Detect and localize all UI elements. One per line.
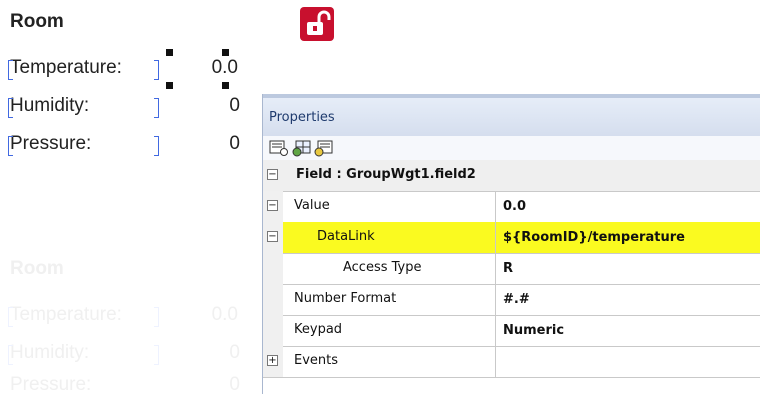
properties-title: Properties xyxy=(269,110,335,125)
property-name: Keypad xyxy=(294,322,343,337)
room-widget[interactable]: Room Temperature: 0.0 Humidity: 0 Pressu… xyxy=(8,11,250,161)
pressure-row[interactable]: Pressure: 0 xyxy=(8,133,250,161)
collapse-icon[interactable]: − xyxy=(267,200,278,211)
properties-panel: Properties − Field: GroupWgt1.field2 − … xyxy=(262,94,760,394)
property-row-number-format[interactable]: Number Format #.# xyxy=(263,284,760,316)
ghost-bracket-left xyxy=(8,345,13,365)
humidity-value[interactable]: 0 xyxy=(229,95,240,117)
temperature-label[interactable]: Temperature: xyxy=(10,57,122,79)
pressure-value[interactable]: 0 xyxy=(229,133,240,155)
column-divider xyxy=(495,253,496,284)
row-gutter xyxy=(263,284,283,315)
property-row-access-type[interactable]: Access Type R xyxy=(263,253,760,285)
temperature-value[interactable]: 0.0 xyxy=(212,57,238,79)
ghost-bracket-left xyxy=(8,307,13,327)
ghost-temperature-value: 0.0 xyxy=(211,304,238,325)
collapse-icon[interactable]: − xyxy=(267,231,278,242)
unlock-icon[interactable] xyxy=(300,7,334,41)
ghost-pressure-label: Pressure: xyxy=(10,374,92,394)
ghost-humidity-label: Humidity: xyxy=(10,342,90,363)
column-divider xyxy=(495,222,496,253)
row-gutter xyxy=(263,315,283,346)
property-name: DataLink xyxy=(317,229,375,244)
property-name: Events xyxy=(294,353,339,368)
resize-handle[interactable] xyxy=(222,49,229,56)
column-divider xyxy=(495,191,496,222)
row-gutter xyxy=(263,253,283,284)
resize-handle[interactable] xyxy=(166,82,173,89)
selection-bracket-left xyxy=(8,98,13,118)
ghost-room-title: Room xyxy=(10,258,64,279)
property-value[interactable]: ${RoomID}/temperature xyxy=(503,230,685,245)
selection-bracket-left xyxy=(8,60,13,80)
selection-bracket-right xyxy=(154,60,159,80)
ghost-temperature-label: Temperature: xyxy=(10,304,122,325)
resize-handle[interactable] xyxy=(222,82,229,89)
ghost-pressure-row: Pressure: 0 xyxy=(10,374,250,394)
column-divider xyxy=(495,284,496,315)
property-row-events[interactable]: + Events xyxy=(263,346,760,378)
selection-bracket-left xyxy=(8,136,13,156)
selection-bracket-right xyxy=(154,136,159,156)
property-row-datalink[interactable]: − DataLink ${RoomID}/temperature xyxy=(263,222,760,254)
property-row-keypad[interactable]: Keypad Numeric xyxy=(263,315,760,347)
humidity-row[interactable]: Humidity: 0 xyxy=(8,95,250,123)
property-name: Value xyxy=(294,198,330,213)
selection-bracket-right xyxy=(154,98,159,118)
property-pages-icon[interactable] xyxy=(313,139,333,157)
category-label: Field : GroupWgt1.field2 xyxy=(296,167,476,182)
ghost-humidity-value: 0 xyxy=(229,342,240,363)
ghost-room-widget: Room Temperature: 0.0 Humidity: 0 Pressu… xyxy=(8,258,250,394)
humidity-label[interactable]: Humidity: xyxy=(10,95,89,117)
column-divider xyxy=(495,346,496,377)
room-title: Room xyxy=(10,11,64,32)
properties-header: Properties xyxy=(263,94,760,136)
property-value[interactable]: #.# xyxy=(503,292,530,307)
ghost-bracket-right xyxy=(154,307,159,327)
property-value[interactable]: R xyxy=(503,261,513,276)
property-value[interactable]: Numeric xyxy=(503,323,564,338)
property-name: Number Format xyxy=(294,291,397,306)
ghost-humidity-row: Humidity: 0 xyxy=(8,342,250,370)
temperature-row[interactable]: Temperature: 0.0 xyxy=(8,49,250,89)
column-divider xyxy=(495,315,496,346)
ghost-pressure-value: 0 xyxy=(229,374,240,394)
category-row[interactable]: − Field : GroupWgt1.field2 xyxy=(263,160,760,192)
properties-toolbar xyxy=(263,136,760,160)
expand-icon[interactable]: + xyxy=(267,355,278,366)
property-name: Access Type xyxy=(343,260,422,275)
collapse-icon[interactable]: − xyxy=(267,169,278,180)
pressure-label[interactable]: Pressure: xyxy=(10,133,91,155)
property-value[interactable]: 0.0 xyxy=(503,199,526,214)
ghost-temperature-row: Temperature: 0.0 xyxy=(8,304,250,332)
property-row-value[interactable]: − Value 0.0 xyxy=(263,191,760,223)
resize-handle[interactable] xyxy=(166,49,173,56)
categorized-view-icon[interactable] xyxy=(269,139,289,157)
ghost-bracket-right xyxy=(154,345,159,365)
alphabetical-view-icon[interactable] xyxy=(291,139,311,157)
